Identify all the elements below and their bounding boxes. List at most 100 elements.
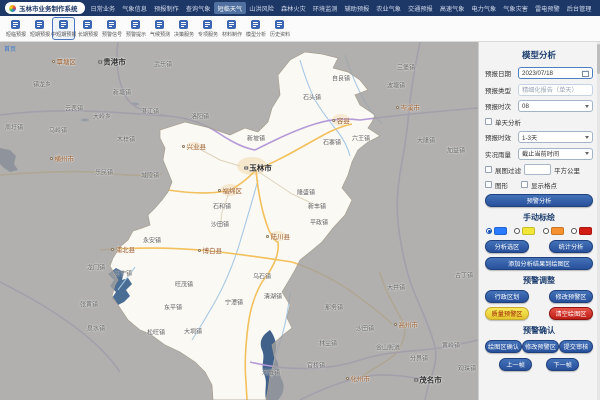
document-icon xyxy=(227,20,236,29)
document-icon xyxy=(155,20,164,29)
panel-title: 模型分析 xyxy=(485,49,593,61)
rainfall-label: 实况雨量 xyxy=(485,149,518,159)
toolbar-tab-label: 短临预报 xyxy=(5,31,25,38)
color-swatch[interactable] xyxy=(571,227,592,235)
top-nav-item[interactable]: 交通预报 xyxy=(405,2,437,14)
color-radio[interactable] xyxy=(486,228,492,234)
document-icon xyxy=(107,20,116,29)
toolbar-tab-label: 决策服务 xyxy=(173,31,193,38)
top-nav-item[interactable]: 预报制作 xyxy=(151,2,183,14)
clear-drawing-area-button[interactable]: 清空绘图区 xyxy=(549,307,593,320)
color-radio[interactable] xyxy=(571,228,577,234)
basemap xyxy=(0,42,478,400)
document-icon xyxy=(203,20,212,29)
top-nav-item[interactable]: 日常业务 xyxy=(87,2,119,14)
forecast-validity-select[interactable]: 1-3天 xyxy=(518,131,593,143)
warning-confirm-title: 预警确认 xyxy=(485,325,593,336)
forecast-time-value: 08 xyxy=(522,103,529,110)
chevron-down-icon xyxy=(585,152,589,155)
submit-review-button[interactable]: 提交审核 xyxy=(559,340,593,353)
toolbar-tabs: 短临预报短期预报中短期预报长期预报预警信号预警提示气候预测决策服务专项服务材料制… xyxy=(0,16,600,42)
color-swatch[interactable] xyxy=(543,227,564,235)
add-result-button[interactable]: 添加分析结果到绘图区 xyxy=(485,257,593,270)
previous-frame-button[interactable]: 上一帧 xyxy=(499,358,532,371)
toolbar-tab[interactable]: 长期预报 xyxy=(76,17,99,41)
toolbar-tab-label: 预警信号 xyxy=(101,31,121,38)
toolbar-tab-label: 模型分析 xyxy=(245,31,265,38)
toolbar-tab-label: 历史资料 xyxy=(269,31,289,38)
drawing-confirm-button[interactable]: 绘图区确认 xyxy=(485,340,522,353)
modify-warning-button[interactable]: 修改预警区 xyxy=(522,340,559,353)
show-grid-checkbox[interactable] xyxy=(521,181,528,188)
forecast-type-input[interactable]: 精细化报告（单天） xyxy=(518,84,593,96)
warning-analysis-button[interactable]: 预警分析 xyxy=(485,194,593,207)
toolbar-tab-label: 短期预报 xyxy=(29,31,49,38)
graphic-grid-row: 图形 显示格点 xyxy=(485,180,593,190)
toolbar-tab[interactable]: 专项服务 xyxy=(196,17,219,41)
top-bar: 玉林市业务制作系统 日常业务气象信息预报制作查询气象短临天气山洪风险森林火灾环境… xyxy=(0,0,600,16)
document-icon xyxy=(83,20,92,29)
top-nav-item[interactable]: 气象信息 xyxy=(119,2,151,14)
analysis-area-button[interactable]: 分析选区 xyxy=(485,240,529,253)
top-nav-item[interactable]: 环境监测 xyxy=(309,2,341,14)
toolbar-tab-label: 材料制作 xyxy=(221,31,241,38)
adjust-buttons-row-2: 质量预警区 清空绘图区 xyxy=(485,307,593,320)
top-nav-item[interactable]: 气象灾害 xyxy=(500,2,532,14)
single-day-checkbox[interactable] xyxy=(485,118,492,125)
top-nav-item[interactable]: 农业气象 xyxy=(373,2,405,14)
toolbar-tab-label: 长期预报 xyxy=(77,31,97,38)
forecast-time-label: 预报时次 xyxy=(485,101,518,111)
color-swatch[interactable] xyxy=(486,227,507,235)
top-nav-item[interactable]: 雷电预警 xyxy=(532,2,564,14)
top-nav-item[interactable]: 森林火灾 xyxy=(278,2,310,14)
breadcrumb-home-link[interactable]: 首页 xyxy=(4,44,16,53)
single-day-label: 单天分析 xyxy=(495,117,521,127)
toolbar-tab[interactable]: 预警提示 xyxy=(124,17,147,41)
color-swatches xyxy=(486,227,592,235)
modify-warning-area-button[interactable]: 修改预警区 xyxy=(549,290,593,303)
top-nav-item[interactable]: 山洪风险 xyxy=(246,2,278,14)
forecast-type-label: 预报类型 xyxy=(485,85,518,95)
forecast-date-input[interactable]: 2023/07/18 xyxy=(518,67,593,79)
rainfall-row: 实况雨量 截止当前时间 xyxy=(485,148,593,160)
quality-warning-area-button[interactable]: 质量预警区 xyxy=(485,307,529,320)
toolbar-tab[interactable]: 短期预报 xyxy=(28,17,51,41)
toolbar-tab[interactable]: 短临预报 xyxy=(4,17,27,41)
toolbar-tab[interactable]: 中短期预报 xyxy=(52,17,75,41)
color-chip xyxy=(494,227,507,235)
graphic-checkbox[interactable] xyxy=(485,181,492,188)
top-nav-item[interactable]: 查询气象 xyxy=(182,2,214,14)
graphic-label: 图形 xyxy=(495,180,508,190)
forecast-date-value: 2023/07/18 xyxy=(522,70,553,77)
app-logo: 玉林市业务制作系统 xyxy=(5,2,85,14)
area-filter-input[interactable] xyxy=(524,164,551,175)
area-filter-label: 展图过滤 xyxy=(495,165,521,175)
toolbar-tab[interactable]: 历史资料 xyxy=(268,17,291,41)
forecast-type-row: 预报类型 精细化报告（单天） xyxy=(485,84,593,96)
toolbar-tab[interactable]: 模型分析 xyxy=(244,17,267,41)
confirm-buttons-row: 绘图区确认 修改预警区 提交审核 xyxy=(485,340,593,353)
rainfall-select[interactable]: 截止当前时间 xyxy=(518,148,593,160)
admin-division-button[interactable]: 行政区划 xyxy=(485,290,529,303)
color-radio[interactable] xyxy=(514,228,520,234)
toolbar-tab[interactable]: 决策服务 xyxy=(172,17,195,41)
area-filter-checkbox[interactable] xyxy=(485,166,492,173)
color-radio[interactable] xyxy=(543,228,549,234)
manual-plot-title: 手动标绘 xyxy=(485,212,593,223)
document-icon xyxy=(131,20,140,29)
top-nav-item[interactable]: 后台管理 xyxy=(563,2,595,14)
top-nav-item[interactable]: 短临天气 xyxy=(214,2,246,14)
statistic-analysis-button[interactable]: 统计分析 xyxy=(549,240,593,253)
document-icon xyxy=(251,20,260,29)
toolbar-tab[interactable]: 预警信号 xyxy=(100,17,123,41)
forecast-time-select[interactable]: 08 xyxy=(518,100,593,112)
toolbar-tab[interactable]: 材料制作 xyxy=(220,17,243,41)
top-nav-item[interactable]: 辅助预报 xyxy=(341,2,373,14)
top-nav-item[interactable]: 电力气象 xyxy=(468,2,500,14)
top-nav-item[interactable]: 高速气象 xyxy=(436,2,468,14)
toolbar-tab[interactable]: 气候预测 xyxy=(148,17,171,41)
color-swatch[interactable] xyxy=(514,227,535,235)
next-frame-button[interactable]: 下一帧 xyxy=(546,358,579,371)
map-canvas[interactable]: 武乐镇镇龙乡新塘镇云表镇大岭乡湛江镇洛阳镇周圩镇马岭镇木梓镇乐民镇城隍镇新坡镇石… xyxy=(0,42,478,400)
forecast-time-row: 预报时次 08 xyxy=(485,100,593,112)
